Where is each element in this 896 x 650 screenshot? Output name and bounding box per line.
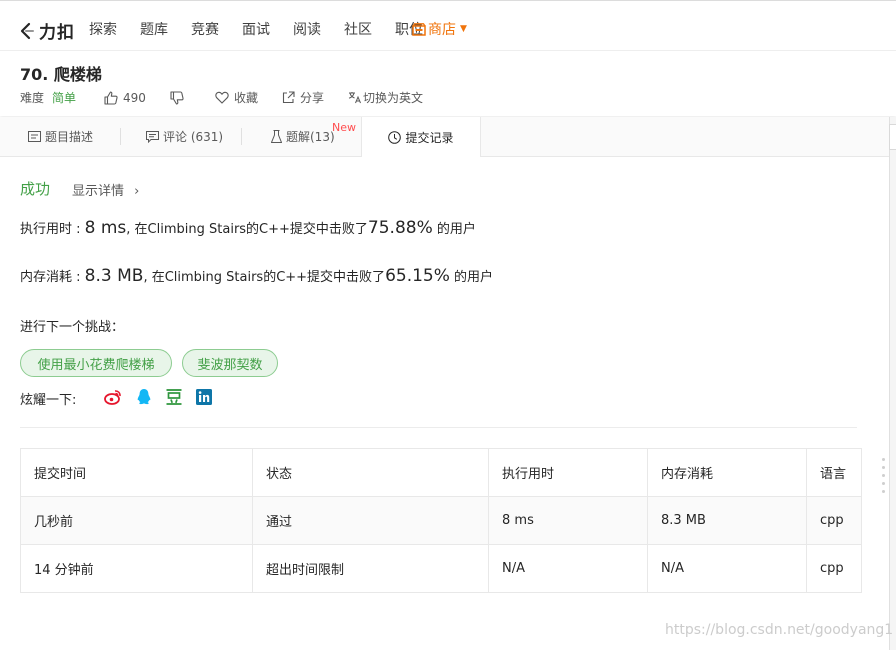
runtime-percent: 75.88% (367, 218, 433, 238)
heart-icon (215, 91, 229, 104)
favorite-button[interactable]: 收藏 (215, 89, 258, 106)
cell-language: cpp (806, 544, 862, 593)
nav-item-community[interactable]: 社区 (344, 19, 372, 39)
nav-item-read[interactable]: 阅读 (293, 19, 321, 39)
douban-icon[interactable] (165, 388, 183, 406)
problem-meta: 难度 简单 490 收藏 分享 切换为英文 (20, 89, 423, 106)
tab-divider (120, 128, 121, 145)
linkedin-icon[interactable] (195, 388, 213, 406)
submissions-table: 提交时间 状态 执行用时 内存消耗 语言 几秒前 通过 8 ms 8.3 MB … (20, 448, 862, 593)
tab-submissions[interactable]: 提交记录 (361, 117, 481, 157)
favorite-label: 收藏 (233, 91, 258, 105)
store-label: 商店 (428, 22, 456, 38)
switch-language-label: 切换为英文 (362, 91, 423, 105)
memory-tail: 的用户 (449, 270, 494, 285)
share-icon (282, 91, 295, 104)
nav-items: 探索 题库 竞赛 面试 阅读 社区 职位 (89, 19, 446, 39)
qq-icon[interactable] (135, 388, 153, 406)
table-row: 14 分钟前 超出时间限制 N/A N/A cpp (20, 544, 862, 593)
nav-item-contest[interactable]: 竞赛 (191, 19, 219, 39)
brand-name: 力扣 (39, 23, 75, 43)
runtime-tail: 的用户 (432, 222, 476, 237)
col-memory: 内存消耗 (647, 448, 807, 497)
cell-runtime: N/A (488, 544, 648, 593)
memory-percent: 65.15% (385, 266, 450, 286)
cell-memory: N/A (647, 544, 807, 593)
memory-label: 内存消耗 : (20, 270, 85, 285)
col-runtime: 执行用时 (488, 448, 648, 497)
cell-status-link[interactable]: 通过 (252, 496, 489, 545)
challenge-min-cost-stairs[interactable]: 使用最小花费爬楼梯 (20, 349, 172, 377)
memory-value: 8.3 MB (84, 266, 144, 286)
tab-label: 题解(13) (286, 130, 335, 144)
brand-logo[interactable]: 力扣 (18, 18, 75, 43)
tab-description[interactable]: 题目描述 (28, 117, 93, 156)
cell-runtime: 8 ms (488, 496, 648, 545)
flask-icon (271, 130, 282, 143)
memory-stat: 内存消耗 : 8.3 MB, 在Climbing Stairs的C++提交中击败… (20, 266, 493, 286)
tab-label: 题目描述 (45, 130, 94, 144)
nav-item-store[interactable]: 商店 ▼ (412, 19, 467, 39)
tab-solutions[interactable]: 题解(13) (271, 117, 335, 156)
runtime-stat: 执行用时 : 8 ms, 在Climbing Stairs的C++提交中击败了7… (20, 218, 476, 238)
cell-memory: 8.3 MB (647, 496, 807, 545)
cell-language: cpp (806, 496, 862, 545)
chevron-right-icon: › (134, 184, 140, 199)
nav-item-explore[interactable]: 探索 (89, 19, 117, 39)
share-button[interactable]: 分享 (282, 89, 324, 106)
thumbs-down-icon (170, 90, 184, 105)
col-language: 语言 (806, 448, 862, 497)
next-challenge-title: 进行下一个挑战： (20, 320, 125, 335)
comment-icon (146, 130, 159, 143)
show-details-link[interactable]: 显示详情 › (72, 180, 139, 199)
difficulty-label: 难度 (20, 91, 45, 105)
dislike-button[interactable] (170, 90, 189, 105)
panel-resize-handle[interactable] (882, 458, 886, 498)
result-status: 成功 (20, 180, 51, 198)
col-status: 状态 (252, 448, 489, 497)
store-icon (412, 22, 426, 36)
problem-title: 70. 爬楼梯 (20, 65, 102, 84)
leetcode-logo-icon (20, 22, 34, 39)
show-details-label: 显示详情 (72, 184, 125, 199)
runtime-label: 执行用时 : (20, 222, 85, 237)
top-nav: 力扣 探索 题库 竞赛 面试 阅读 社区 职位 商店 ▼ (0, 7, 896, 51)
nav-item-interview[interactable]: 面试 (242, 19, 270, 39)
clock-icon (388, 130, 402, 144)
tab-comments[interactable]: 评论 (631) (146, 117, 223, 156)
runtime-desc: , 在Climbing Stairs的C++提交中击败了 (126, 222, 368, 237)
tab-divider (241, 128, 242, 145)
nav-item-problems[interactable]: 题库 (140, 19, 168, 39)
table-header-row: 提交时间 状态 执行用时 内存消耗 语言 (20, 448, 862, 497)
challenge-fibonacci[interactable]: 斐波那契数 (182, 349, 278, 377)
problem-tabs: 题目描述 评论 (631) 题解(13) New 提交记录 (0, 117, 890, 157)
translate-icon (348, 92, 361, 104)
switch-language-button[interactable]: 切换为英文 (348, 89, 423, 106)
share-label-text: 炫耀一下: (20, 393, 77, 408)
problem-header: 70. 爬楼梯 难度 简单 490 收藏 分享 切换为英文 (0, 51, 896, 116)
difficulty-value: 简单 (52, 91, 77, 105)
editor-panel-edge (889, 117, 896, 650)
like-button[interactable]: 490 (104, 91, 146, 105)
cell-submit-time: 14 分钟前 (20, 544, 253, 593)
description-icon (28, 131, 41, 142)
like-count: 490 (123, 90, 146, 105)
tab-label: 评论 (631) (163, 130, 224, 144)
cell-status-link[interactable]: 超出时间限制 (252, 544, 489, 593)
table-row: 几秒前 通过 8 ms 8.3 MB cpp (20, 496, 862, 545)
thumbs-up-icon (104, 90, 118, 105)
tab-label: 提交记录 (405, 130, 454, 145)
memory-desc: , 在Climbing Stairs的C++提交中击败了 (143, 270, 386, 285)
section-divider (20, 427, 857, 428)
runtime-value: 8 ms (84, 218, 127, 238)
share-label: 分享 (299, 91, 324, 105)
new-badge: New (332, 121, 356, 134)
window-top-edge (0, 0, 896, 7)
col-submit-time: 提交时间 (20, 448, 253, 497)
caret-down-icon: ▼ (460, 24, 467, 34)
editor-language-select-edge[interactable] (889, 124, 896, 150)
watermark: https://blog.csdn.net/goodyang1 (665, 622, 894, 638)
weibo-icon[interactable] (104, 388, 122, 406)
cell-submit-time: 几秒前 (20, 496, 253, 545)
